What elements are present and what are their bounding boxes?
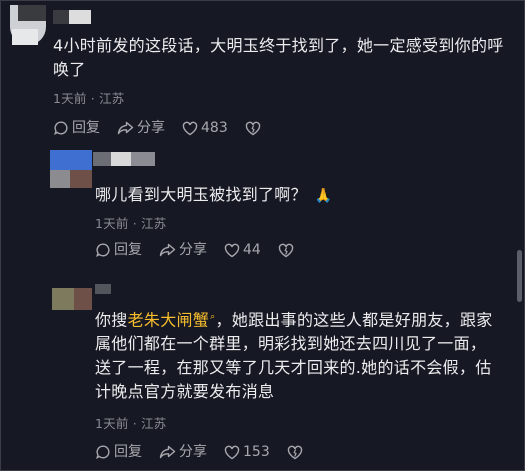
dislike-button[interactable] [278, 243, 297, 258]
share-icon [159, 445, 176, 459]
share-icon [117, 121, 134, 135]
broken-heart-icon [278, 243, 294, 257]
share-button[interactable]: 分享 [159, 242, 207, 258]
scrollbar[interactable] [517, 250, 522, 302]
comment-body: 哪儿看到大明玉被找到了啊？ [95, 185, 307, 204]
heart-icon [224, 243, 240, 257]
like-count: 483 [201, 120, 228, 136]
heart-icon [224, 445, 240, 459]
dislike-button[interactable] [287, 445, 306, 460]
share-icon [159, 243, 176, 257]
username-blurred[interactable] [53, 10, 91, 24]
comment-text: 你搜老朱大闸蟹⌕，她跟出事的这些人都是好朋友，跟家属他们都在一个群里，明彩找到她… [95, 305, 495, 404]
comment-actions: 回复 分享 483 [53, 120, 281, 136]
comment-meta: 1天前 · 江苏 [53, 91, 125, 106]
comment-body-start: 你搜 [95, 310, 128, 330]
reply-icon [54, 121, 68, 135]
share-button[interactable]: 分享 [117, 120, 165, 136]
like-button[interactable]: 153 [224, 444, 270, 460]
share-label: 分享 [179, 444, 207, 460]
reply-label: 回复 [114, 444, 142, 460]
like-button[interactable]: 44 [224, 242, 261, 258]
share-label: 分享 [179, 242, 207, 258]
reply-icon [96, 243, 110, 257]
username-blurred[interactable] [95, 284, 111, 294]
reply-button[interactable]: 回复 [95, 444, 142, 460]
heart-icon [182, 121, 198, 135]
dislike-button[interactable] [245, 121, 264, 136]
avatar[interactable] [50, 150, 92, 188]
username-blurred[interactable] [93, 152, 155, 166]
comment-actions: 回复 分享 153 [95, 444, 323, 460]
comment-text: 哪儿看到大明玉被找到了啊？ 🙏 [95, 183, 495, 208]
broken-heart-icon [245, 121, 260, 135]
comment-meta: 1天前 · 江苏 [95, 216, 167, 231]
avatar[interactable] [52, 288, 92, 310]
comment-meta: 1天前 · 江苏 [95, 416, 167, 431]
like-count: 153 [243, 444, 270, 460]
avatar[interactable] [10, 5, 46, 45]
pray-emoji: 🙏 [314, 188, 333, 204]
reply-label: 回复 [72, 120, 100, 136]
broken-heart-icon [287, 445, 302, 459]
share-label: 分享 [137, 120, 165, 136]
comment-text: 4小时前发的这段话，大明玉终于找到了，她一定感受到你的呼唤了 [53, 36, 504, 79]
reply-button[interactable]: 回复 [95, 242, 142, 258]
like-count: 44 [243, 242, 261, 258]
comment-actions: 回复 分享 44 [95, 242, 314, 258]
reply-label: 回复 [114, 242, 142, 258]
reply-button[interactable]: 回复 [53, 120, 100, 136]
share-button[interactable]: 分享 [159, 444, 207, 460]
search-keyword-link[interactable]: 老朱大闸蟹 [128, 310, 210, 329]
like-button[interactable]: 483 [182, 120, 228, 136]
reply-icon [96, 445, 110, 459]
